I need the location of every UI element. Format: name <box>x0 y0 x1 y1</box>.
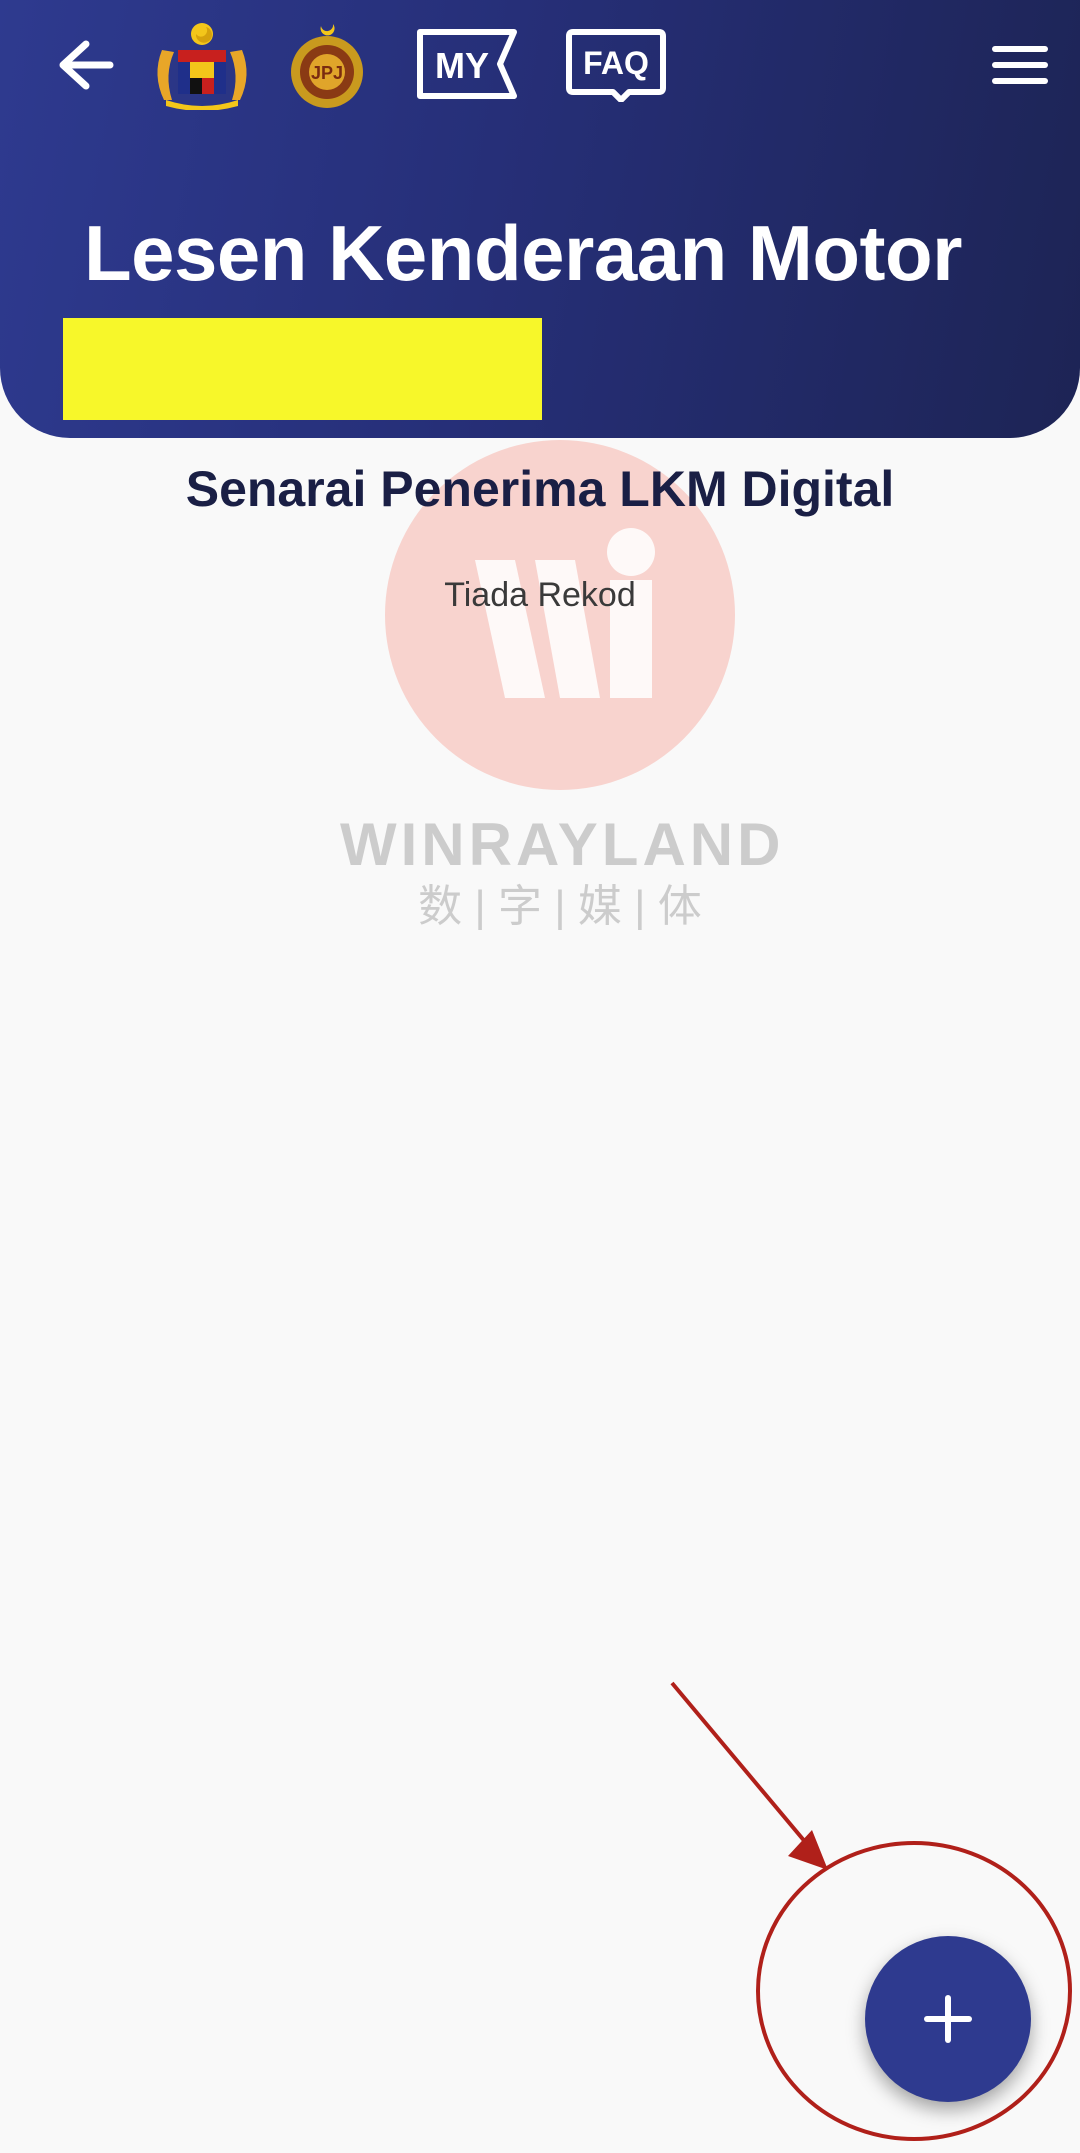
back-button[interactable] <box>50 30 120 100</box>
faq-speech-icon: FAQ <box>566 29 666 103</box>
faq-label: FAQ <box>583 45 649 81</box>
watermark-text: WINRAYLAND <box>340 811 785 878</box>
mydigital-button[interactable]: MY <box>416 28 518 100</box>
plus-icon <box>924 1995 972 2043</box>
redacted-subtitle <box>63 318 542 420</box>
faq-button[interactable]: FAQ <box>565 28 667 103</box>
watermark-subtext: 数 | 字 | 媒 | 体 <box>418 882 702 931</box>
arrow-left-icon <box>59 40 114 90</box>
my-label: MY <box>435 45 489 86</box>
app-header: JPJ MY FAQ Lesen Kenderaan Motor <box>0 0 1080 438</box>
section-title: Senarai Penerima LKM Digital <box>185 461 895 517</box>
annotation-arrow-line <box>670 1681 824 1864</box>
add-button[interactable] <box>865 1936 1031 2102</box>
malaysia-coat-of-arms-icon <box>157 23 247 110</box>
hamburger-menu-icon <box>992 46 1048 84</box>
jpj-emblem-icon: JPJ <box>291 24 363 108</box>
svg-text:JPJ: JPJ <box>311 63 343 83</box>
page-title: Lesen Kenderaan Motor <box>84 209 963 297</box>
annotation-arrow-head <box>788 1830 828 1870</box>
my-badge-icon: MY <box>417 29 517 99</box>
empty-state-text: Tiada Rekod <box>444 576 636 614</box>
menu-button[interactable] <box>988 40 1052 90</box>
